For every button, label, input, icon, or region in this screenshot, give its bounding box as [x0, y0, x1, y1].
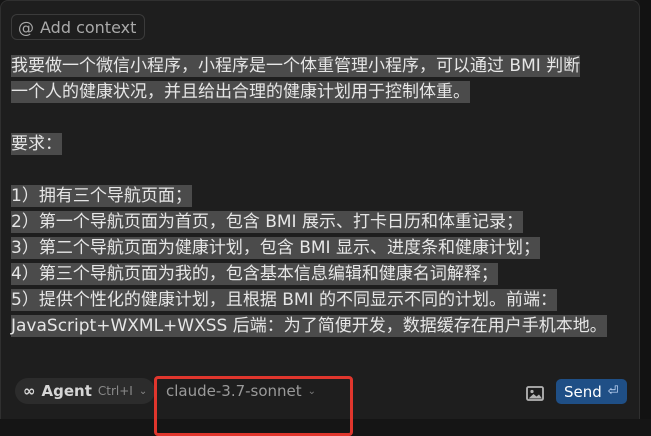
agent-mode-selector[interactable]: ∞ Agent Ctrl+I ⌄ — [15, 378, 156, 404]
chevron-down-icon: ⌄ — [307, 385, 317, 397]
prompt-line: JavaScript+WXML+WXSS 后端：为了简便开发，数据缓存在用户手机… — [11, 315, 607, 337]
prompt-line — [11, 157, 623, 183]
prompt-line: 我要做一个微信小程序，小程序是一个体重管理小程序，可以通过 BMI 判断 — [11, 55, 581, 77]
prompt-line: 一个人的健康状况，并且给出合理的健康计划用于控制体重。 — [11, 81, 470, 103]
prompt-line — [11, 105, 623, 131]
image-icon[interactable] — [524, 382, 546, 404]
agent-mode-shortcut: Ctrl+I — [97, 384, 133, 398]
model-label: claude-3.7-sonnet — [166, 382, 302, 400]
composer-toolbar: ∞ Agent Ctrl+I ⌄ claude-3.7-sonnet ⌄ Sen… — [1, 373, 641, 436]
prompt-input[interactable]: 我要做一个微信小程序，小程序是一个体重管理小程序，可以通过 BMI 判断 一个人… — [11, 53, 623, 339]
prompt-line: 1）拥有三个导航页面； — [11, 185, 192, 207]
send-label: Send — [564, 382, 602, 401]
send-button[interactable]: Send ⏎ — [556, 379, 627, 404]
at-icon: @ — [18, 17, 34, 37]
model-selector[interactable]: claude-3.7-sonnet ⌄ — [166, 382, 316, 400]
window-edge — [640, 0, 651, 419]
prompt-line: 4）第三个导航页面为我的，包含基本信息编辑和健康名词解释； — [11, 263, 498, 285]
prompt-line: 3）第二个导航页面为健康计划，包含 BMI 显示、进度条和健康计划； — [11, 237, 540, 259]
add-context-label: Add context — [40, 17, 137, 37]
prompt-line: 2）第一个导航页面为首页，包含 BMI 展示、打卡日历和体重记录； — [11, 211, 523, 233]
prompt-line: 5）提供个性化的健康计划，且根据 BMI 的不同显示不同的计划。前端： — [11, 289, 557, 311]
agent-mode-label: Agent — [41, 382, 92, 400]
enter-icon: ⏎ — [607, 384, 619, 399]
chat-composer: @ Add context 我要做一个微信小程序，小程序是一个体重管理小程序，可… — [0, 0, 641, 436]
chevron-down-icon: ⌄ — [138, 385, 148, 397]
add-context-button[interactable]: @ Add context — [11, 14, 146, 40]
infinity-icon: ∞ — [23, 382, 36, 400]
prompt-line: 要求： — [11, 133, 62, 155]
